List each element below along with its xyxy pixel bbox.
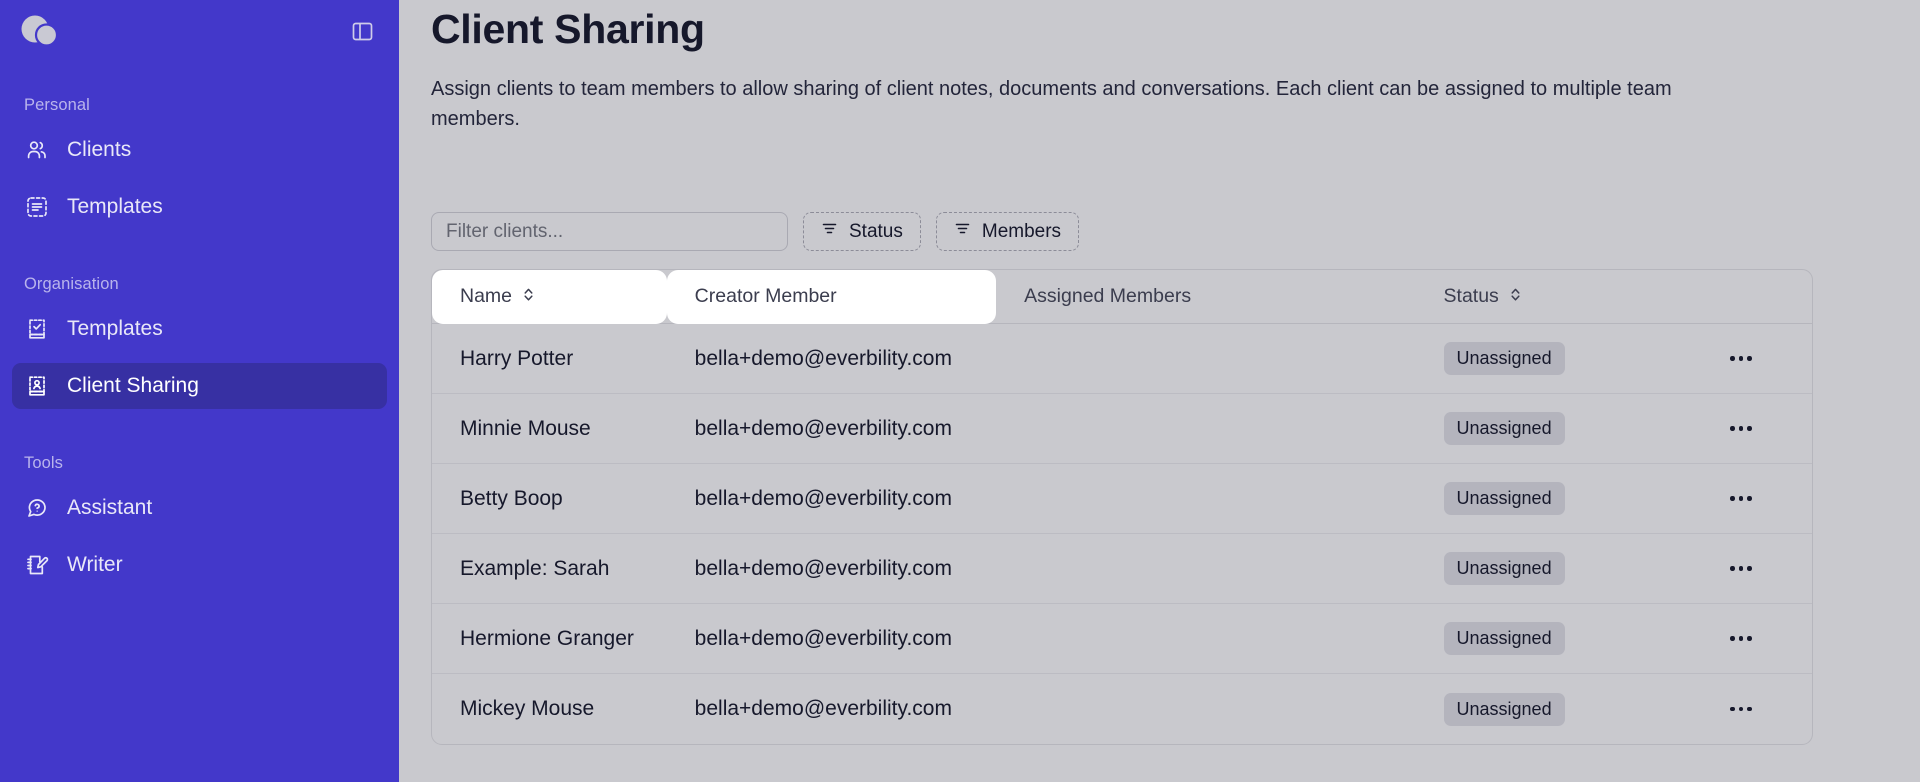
ellipsis-icon[interactable] <box>1721 412 1761 446</box>
status-badge: Unassigned <box>1443 552 1565 586</box>
sidebar-item-label: Clients <box>67 138 132 161</box>
status-badge: Unassigned <box>1443 692 1565 726</box>
page-title: Client Sharing <box>431 6 705 52</box>
ellipsis-icon[interactable] <box>1721 692 1761 726</box>
sidebar-item-personal-templates[interactable]: Templates <box>12 184 387 230</box>
sidebar-section-label-personal: Personal <box>24 96 90 114</box>
cell-name: Minnie Mouse <box>460 416 591 440</box>
cell-status: Unassigned <box>1416 674 1671 744</box>
filter-chip-members[interactable]: Members <box>935 212 1080 252</box>
users-icon <box>24 137 50 163</box>
cell-actions <box>1670 324 1812 394</box>
sidebar-item-clients[interactable]: Clients <box>12 127 387 173</box>
cell-creator-member: bella+demo@everbility.com <box>694 556 952 580</box>
status-badge: Unassigned <box>1443 412 1565 446</box>
cell-creator-member: bella+demo@everbility.com <box>694 697 952 721</box>
cell-assigned-members <box>996 464 1415 534</box>
sidebar-item-writer[interactable]: Writer <box>12 542 387 588</box>
cell-assigned-members <box>996 674 1415 744</box>
cell-actions <box>1670 674 1812 744</box>
book-check-icon <box>24 316 50 342</box>
column-header-status[interactable]: Status <box>1416 270 1671 324</box>
status-badge: Unassigned <box>1443 482 1565 516</box>
table-row[interactable]: Mickey Mouse bella+demo@everbility.com U… <box>432 674 1812 744</box>
panel-left-toggle-icon[interactable] <box>346 15 378 47</box>
notebook-pen-icon <box>24 552 50 578</box>
sidebar-header <box>12 0 387 62</box>
cell-status: Unassigned <box>1416 534 1671 604</box>
cell-status: Unassigned <box>1416 464 1671 534</box>
cell-actions <box>1670 604 1812 674</box>
sidebar-section-label-organisation: Organisation <box>24 275 119 293</box>
cell-creator-member: bella+demo@everbility.com <box>694 626 952 650</box>
table-row[interactable]: Hermione Granger bella+demo@everbility.c… <box>432 604 1812 675</box>
ellipsis-icon[interactable] <box>1721 622 1761 656</box>
column-header-label: Creator Member <box>694 285 837 308</box>
sidebar: Personal Clients Templates Organisation … <box>0 0 399 782</box>
table-header-row: Name Creator Member Assigned Members Sta… <box>432 270 1812 325</box>
sidebar-item-assistant[interactable]: Assistant <box>12 485 387 531</box>
column-header-name[interactable]: Name <box>432 270 667 324</box>
cell-status: Unassigned <box>1416 324 1671 394</box>
client-sharing-table: Name Creator Member Assigned Members Sta… <box>431 269 1813 746</box>
filter-icon <box>954 220 971 243</box>
ellipsis-icon[interactable] <box>1721 552 1761 586</box>
cell-status: Unassigned <box>1416 604 1671 674</box>
cell-name: Hermione Granger <box>460 626 634 650</box>
column-header-label: Status <box>1443 285 1499 308</box>
table-row[interactable]: Betty Boop bella+demo@everbility.com Una… <box>432 464 1812 535</box>
filter-chip-label: Members <box>981 220 1062 242</box>
filter-chip-label: Status <box>849 220 903 242</box>
cell-name: Betty Boop <box>460 486 563 510</box>
chat-question-icon <box>24 495 50 521</box>
ellipsis-icon[interactable] <box>1721 342 1761 376</box>
page-description: Assign clients to team members to allow … <box>431 78 1672 130</box>
sidebar-item-label: Client Sharing <box>67 374 199 397</box>
table-row[interactable]: Example: Sarah bella+demo@everbility.com… <box>432 534 1812 605</box>
app-root: Personal Clients Templates Organisation … <box>0 0 1920 782</box>
column-header-label: Name <box>460 285 513 308</box>
table-row[interactable]: Minnie Mouse bella+demo@everbility.com U… <box>432 394 1812 465</box>
sort-chevron-updown-icon <box>1509 285 1522 308</box>
column-header-creator-member[interactable]: Creator Member <box>666 270 997 324</box>
ellipsis-icon[interactable] <box>1721 482 1761 516</box>
sort-chevron-updown-icon <box>522 285 535 308</box>
sidebar-item-label: Templates <box>67 317 163 340</box>
cell-assigned-members <box>996 604 1415 674</box>
cell-creator-member: bella+demo@everbility.com <box>694 486 952 510</box>
table-row[interactable]: Harry Potter bella+demo@everbility.com U… <box>432 324 1812 395</box>
filter-toolbar: Status Members <box>431 212 1870 252</box>
filter-chip-status[interactable]: Status <box>803 212 921 252</box>
cell-status: Unassigned <box>1416 394 1671 464</box>
main-content: Client Sharing Assign clients to team me… <box>399 0 1920 782</box>
cell-assigned-members <box>996 324 1415 394</box>
overlapping-circles-logo-icon[interactable] <box>20 14 60 48</box>
sidebar-item-org-templates[interactable]: Templates <box>12 306 387 352</box>
cell-creator-member: bella+demo@everbility.com <box>694 346 952 370</box>
cell-name: Example: Sarah <box>460 556 610 580</box>
column-header-label: Assigned Members <box>1024 285 1192 308</box>
status-badge: Unassigned <box>1443 342 1565 376</box>
sidebar-item-label: Templates <box>67 195 163 218</box>
column-header-actions <box>1670 270 1812 324</box>
cell-assigned-members <box>996 394 1415 464</box>
contact-book-icon <box>24 373 50 399</box>
cell-creator-member: bella+demo@everbility.com <box>694 416 952 440</box>
filter-icon <box>821 220 838 243</box>
sidebar-item-label: Writer <box>67 553 123 576</box>
template-dashed-icon <box>24 194 50 220</box>
sidebar-item-client-sharing[interactable]: Client Sharing <box>12 363 387 409</box>
cell-name: Mickey Mouse <box>460 697 595 721</box>
filter-clients-input[interactable] <box>431 212 788 252</box>
cell-actions <box>1670 464 1812 534</box>
sidebar-item-label: Assistant <box>67 496 153 519</box>
cell-actions <box>1670 534 1812 604</box>
cell-name: Harry Potter <box>460 346 574 370</box>
status-badge: Unassigned <box>1443 622 1565 656</box>
column-header-assigned-members: Assigned Members <box>996 270 1415 324</box>
cell-assigned-members <box>996 534 1415 604</box>
cell-actions <box>1670 394 1812 464</box>
sidebar-section-label-tools: Tools <box>24 454 64 472</box>
